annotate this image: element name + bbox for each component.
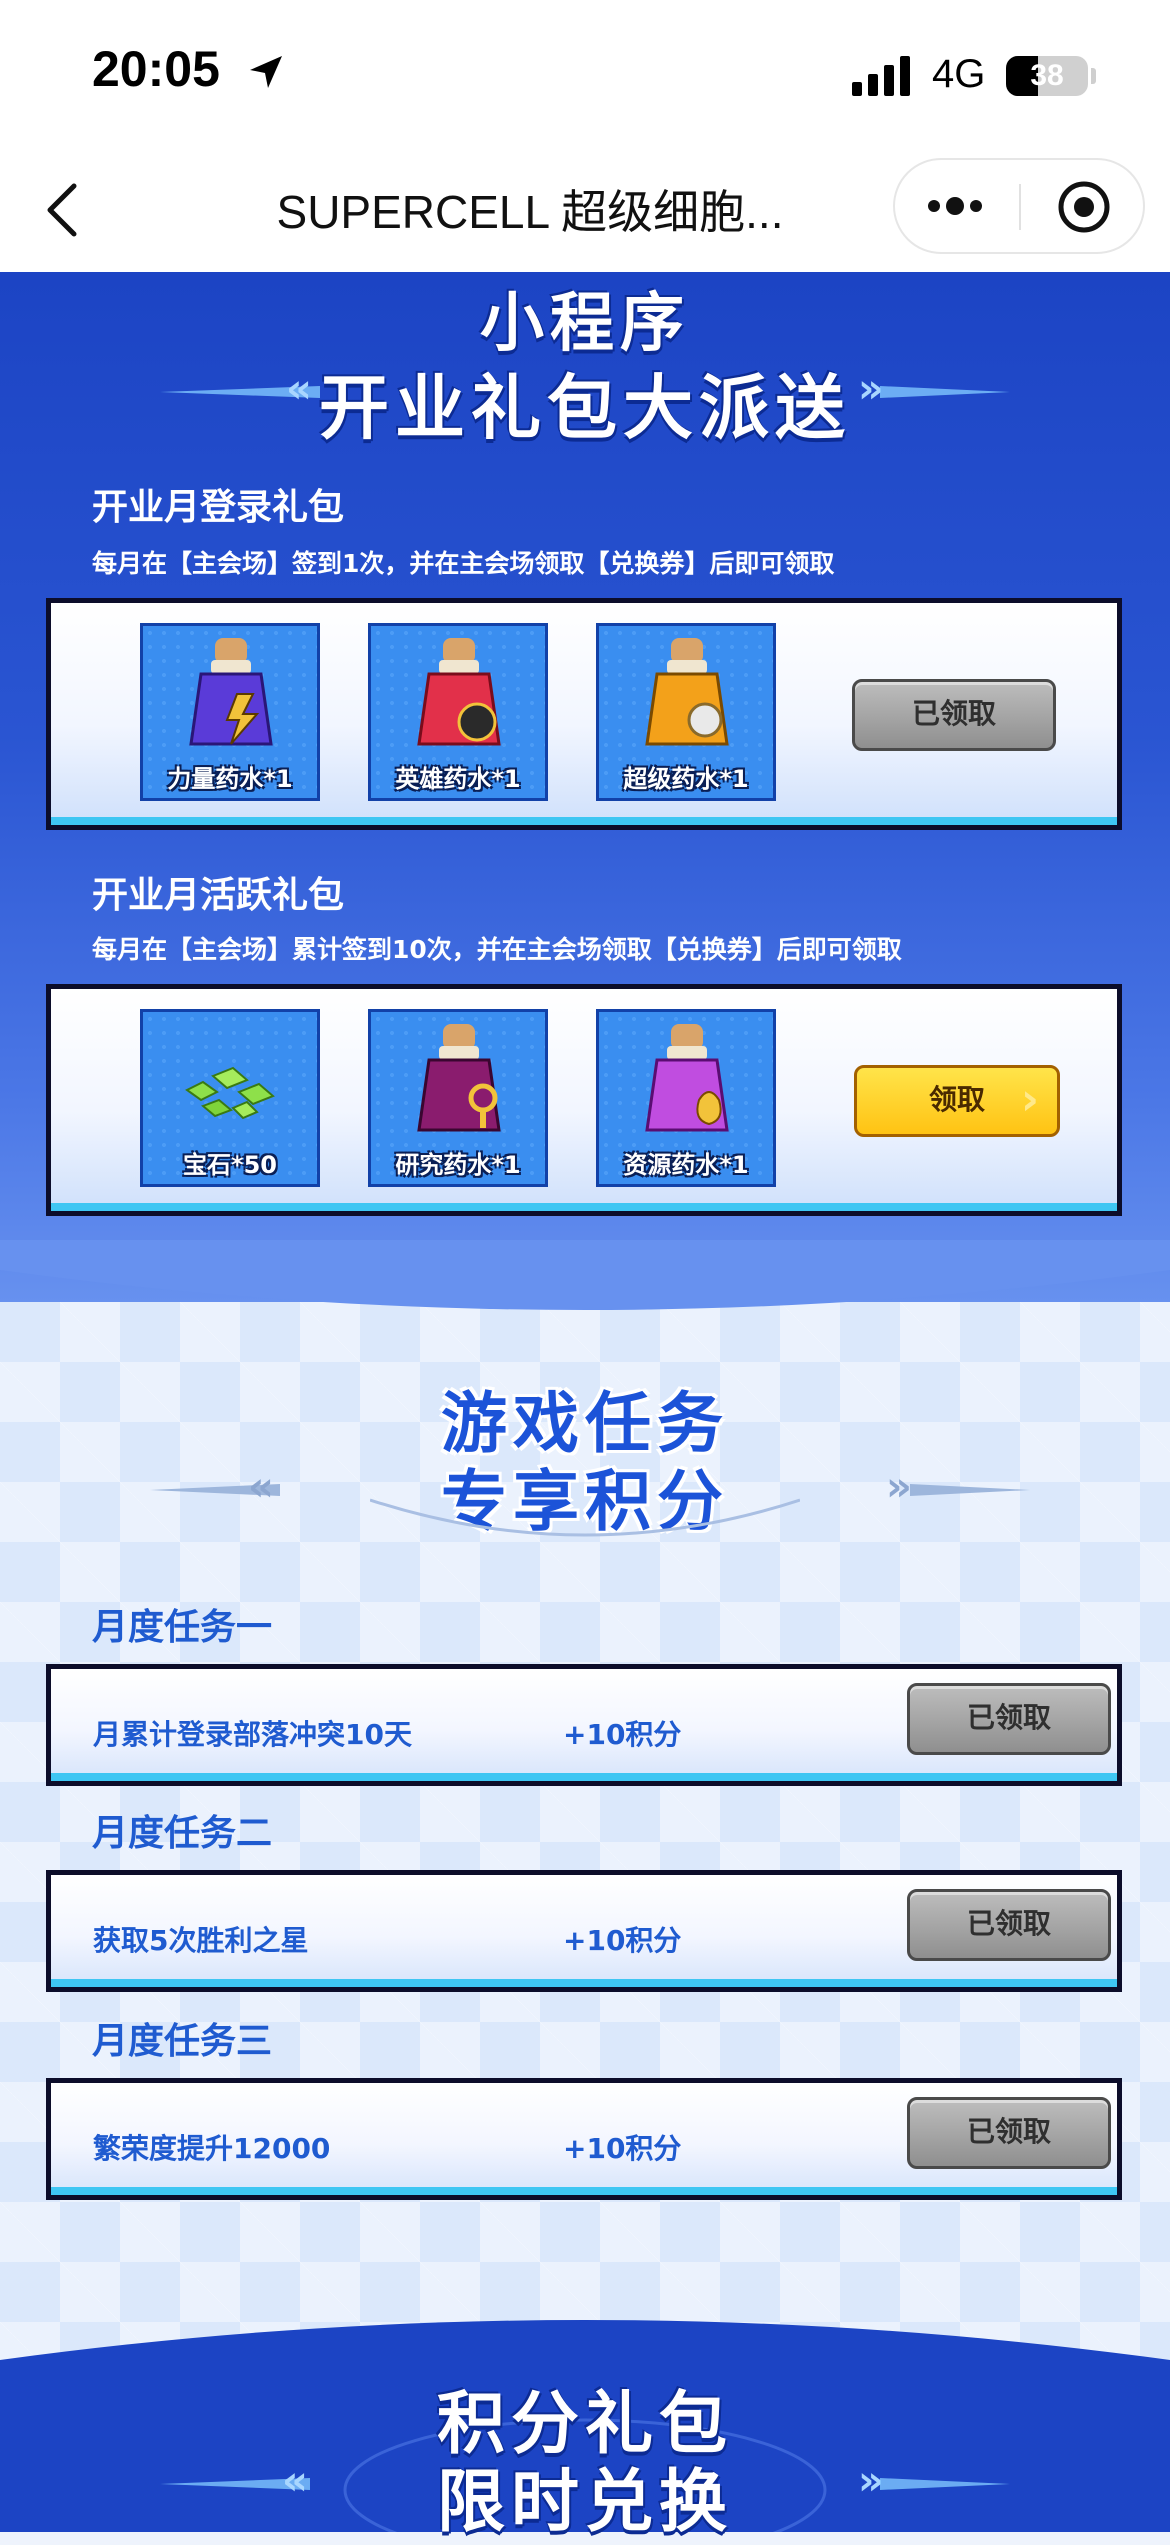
back-arrow-icon[interactable] (40, 182, 90, 238)
gift-item-gems: 宝石*50 (140, 1009, 320, 1187)
left-chevron-icon: « (282, 2458, 308, 2504)
left-chevron-icon: « (248, 1464, 274, 1510)
task-header-3: 月度任务三 (92, 2021, 273, 2062)
right-chevron-icon: » (886, 1464, 912, 1510)
task-row-3: 繁荣度提升12000 +10积分 已领取 (46, 2078, 1122, 2200)
banner-title-line1: 小程序 (480, 287, 690, 361)
active-gift-claim-button[interactable]: 领取 › (854, 1065, 1060, 1137)
hero-potion-icon (417, 638, 501, 746)
gift-item-label: 英雄药水*1 (395, 765, 521, 793)
gift-item-research-potion: 研究药水*1 (368, 1009, 548, 1187)
right-wing-icon (880, 2478, 1010, 2490)
network-type: 4G (932, 52, 986, 96)
signal-icon (852, 56, 910, 96)
banner-arc (370, 1498, 800, 1537)
task-points: +10积分 (563, 2132, 682, 2165)
more-dots-icon[interactable] (925, 188, 985, 224)
task-header-2: 月度任务二 (92, 1813, 273, 1854)
super-potion-icon (645, 638, 729, 746)
battery-icon: 38 (1006, 56, 1088, 96)
task-row-1: 月累计登录部落冲突10天 +10积分 已领取 (46, 1664, 1122, 1786)
gift-item-label: 超级药水*1 (623, 765, 749, 793)
gift-item-hero-potion: 英雄药水*1 (368, 623, 548, 801)
page-title: SUPERCELL 超级细胞... (276, 186, 784, 238)
task-points: +10积分 (563, 1718, 682, 1751)
active-gift-subtitle: 每月在【主会场】累计签到10次，并在主会场领取【兑换券】后即可领取 (92, 935, 902, 964)
status-time: 20:05 (92, 41, 220, 97)
gems-icon (185, 1066, 275, 1120)
battery-nub (1091, 68, 1096, 84)
location-arrow-icon (250, 56, 282, 88)
task-row-2: 获取5次胜利之星 +10积分 已领取 (46, 1870, 1122, 1992)
gift-item-label: 力量药水*1 (167, 765, 293, 793)
left-chevron-icon: « (286, 366, 312, 412)
battery-level: 38 (1030, 59, 1064, 92)
task-header-1: 月度任务一 (92, 1607, 273, 1648)
claim-button-label: 领取 (928, 1083, 985, 1116)
gift-item-label: 研究药水*1 (395, 1151, 521, 1179)
points-banner-line2: 限时兑换 (436, 2463, 733, 2542)
login-gift-claimed-button[interactable]: 已领取 (852, 679, 1056, 751)
close-target-icon[interactable] (1057, 180, 1111, 234)
active-gift-panel: 宝石*50 研究药水*1 资源药水*1 领取 › (46, 984, 1122, 1216)
login-gift-subtitle: 每月在【主会场】签到1次，并在主会场领取【兑换券】后即可领取 (92, 549, 835, 578)
gift-item-label: 资源药水*1 (623, 1151, 749, 1179)
right-wing-icon (880, 386, 1010, 398)
gift-item-resource-potion: 资源药水*1 (596, 1009, 776, 1187)
active-gift-title: 开业月活跃礼包 (92, 875, 345, 916)
task-claimed-button[interactable]: 已领取 (907, 1683, 1111, 1755)
task-claimed-button[interactable]: 已领取 (907, 2097, 1111, 2169)
task-claimed-button[interactable]: 已领取 (907, 1889, 1111, 1961)
gift-item-label: 宝石*50 (183, 1151, 277, 1179)
login-gift-title: 开业月登录礼包 (92, 487, 345, 528)
research-potion-icon (417, 1024, 501, 1132)
gift-item-super-potion: 超级药水*1 (596, 623, 776, 801)
task-points: +10积分 (563, 1924, 682, 1957)
resource-potion-icon (645, 1024, 729, 1132)
task-name: 获取5次胜利之星 (93, 1924, 309, 1957)
banner-title-line2: 开业礼包大派送 (319, 367, 851, 449)
chevron-right-icon: › (1020, 1074, 1039, 1125)
login-gift-panel: 力量药水*1 英雄药水*1 超级药水*1 已领取 (46, 598, 1122, 830)
task-name: 月累计登录部落冲突10天 (93, 1718, 412, 1751)
task-name: 繁荣度提升12000 (93, 2132, 331, 2165)
strength-potion-icon (189, 638, 273, 746)
section-wave (0, 1240, 1170, 1310)
gift-item-strength-potion: 力量药水*1 (140, 623, 320, 801)
right-wing-icon (910, 1484, 1030, 1496)
